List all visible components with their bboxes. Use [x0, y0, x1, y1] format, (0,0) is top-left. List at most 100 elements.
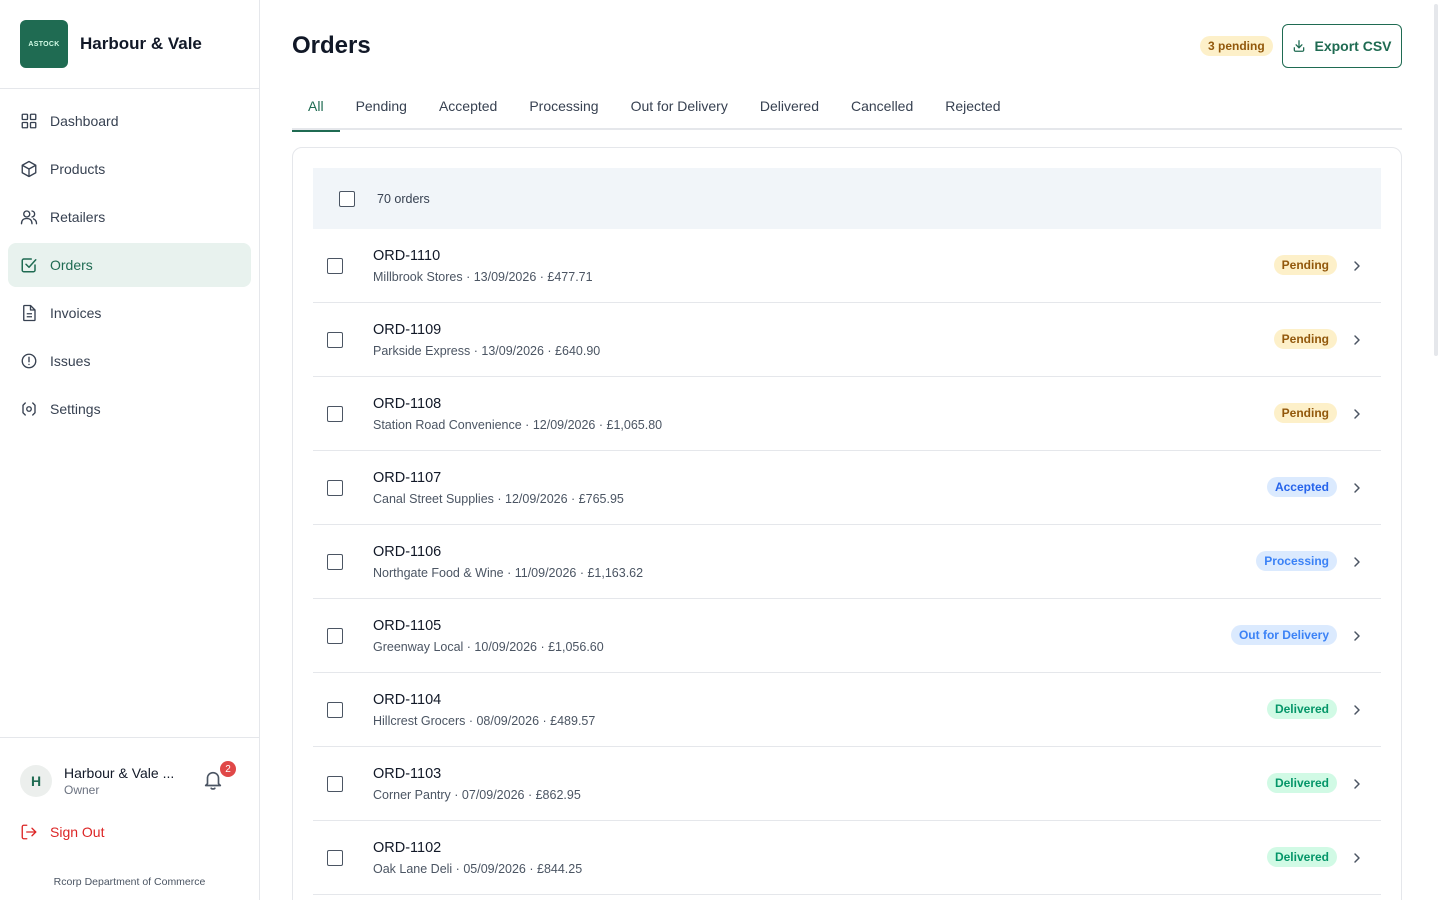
order-info: ORD-1103 Corner Pantry · 07/09/2026 · £8… — [373, 766, 581, 802]
sidebar-item-label: Invoices — [50, 305, 102, 321]
sidebar-item-label: Orders — [50, 257, 93, 273]
row-checkbox[interactable] — [327, 479, 343, 496]
chevron-right-icon — [1354, 557, 1360, 567]
brand-logo: ASTOCK — [20, 20, 68, 68]
page-scrollbar[interactable] — [1432, 0, 1440, 360]
tab-pending[interactable]: Pending — [340, 82, 423, 130]
status-badge: Pending — [1273, 255, 1337, 275]
order-row[interactable]: ORD-1102 Oak Lane Deli · 05/09/2026 · £8… — [313, 821, 1381, 895]
copyright-text: Rcorp Department of Commerce — [53, 876, 206, 888]
row-checkbox[interactable] — [327, 257, 343, 274]
box-icon — [21, 160, 37, 178]
sidebar-item-dashboard[interactable]: Dashboard — [8, 99, 251, 143]
export-csv-label: Export CSV — [1314, 38, 1392, 54]
order-info: ORD-1107 Canal Street Supplies · 12/09/2… — [373, 470, 624, 506]
check-square-icon — [21, 258, 37, 273]
sidebar-item-label: Dashboard — [50, 113, 119, 129]
select-all-checkbox[interactable] — [339, 190, 355, 207]
page-title: Orders — [292, 32, 371, 59]
sidebar-nav: Dashboard Products Retailers Orders Invo… — [0, 99, 259, 431]
brand-name: Harbour & Vale — [80, 34, 202, 53]
order-row[interactable]: ORD-1110 Millbrook Stores · 13/09/2026 ·… — [313, 229, 1381, 303]
sidebar-item-invoices[interactable]: Invoices — [8, 291, 251, 335]
tab-accepted[interactable]: Accepted — [423, 82, 513, 130]
order-id: ORD-1102 — [373, 839, 442, 856]
row-checkbox[interactable] — [327, 701, 343, 718]
chevron-right-icon — [1354, 779, 1360, 789]
export-csv-button[interactable]: Export CSV — [1282, 24, 1402, 68]
user-name: Harbour & Vale ... — [64, 765, 175, 781]
status-badge: Delivered — [1266, 773, 1337, 793]
order-info: ORD-1105 Greenway Local · 10/09/2026 · £… — [373, 618, 604, 654]
user-role: Owner — [64, 783, 100, 797]
avatar[interactable]: H — [20, 765, 52, 797]
order-id: ORD-1109 — [373, 321, 442, 338]
chevron-right-icon — [1354, 335, 1360, 345]
status-badge: Delivered — [1266, 699, 1337, 719]
order-meta: Oak Lane Deli · 05/09/2026 · £844.25 — [373, 861, 583, 876]
chevron-right-icon — [1354, 853, 1360, 863]
chevron-right-icon — [1354, 483, 1360, 493]
tab-delivered[interactable]: Delivered — [744, 82, 835, 130]
order-info: ORD-1109 Parkside Express · 13/09/2026 ·… — [373, 322, 600, 358]
orders-list-card: 70 orders ORD-1110 Millbrook Stores · 13… — [292, 147, 1402, 900]
order-id: ORD-1105 — [373, 617, 442, 634]
row-checkbox[interactable] — [327, 553, 343, 570]
chevron-right-icon — [1354, 409, 1360, 419]
sidebar-item-issues[interactable]: Issues — [8, 339, 251, 383]
chevron-right-icon — [1354, 705, 1360, 715]
row-checkbox[interactable] — [327, 849, 343, 866]
order-row[interactable]: ORD-1103 Corner Pantry · 07/09/2026 · £8… — [313, 747, 1381, 821]
sign-out-label: Sign Out — [50, 824, 105, 840]
order-info: ORD-1102 Oak Lane Deli · 05/09/2026 · £8… — [373, 840, 582, 876]
tab-all[interactable]: All — [292, 82, 340, 132]
order-info: ORD-1110 Millbrook Stores · 13/09/2026 ·… — [373, 248, 593, 284]
sign-out-button[interactable]: Sign Out — [20, 823, 104, 841]
chevron-right-icon — [1354, 261, 1360, 271]
row-checkbox[interactable] — [327, 331, 343, 348]
status-badge: Pending — [1273, 329, 1337, 349]
order-row[interactable]: ORD-1108 Station Road Convenience · 12/0… — [313, 377, 1381, 451]
order-info: ORD-1106 Northgate Food & Wine · 11/09/2… — [373, 544, 643, 580]
status-badge: Delivered — [1266, 847, 1337, 867]
user-profile: H Harbour & Vale ... Owner 2 — [0, 738, 259, 797]
order-row[interactable]: ORD-1109 Parkside Express · 13/09/2026 ·… — [313, 303, 1381, 377]
order-id: ORD-1108 — [373, 395, 442, 412]
order-meta: Station Road Convenience · 12/09/2026 · … — [373, 417, 663, 432]
row-checkbox[interactable] — [327, 775, 343, 792]
status-badge: Processing — [1256, 551, 1337, 571]
order-info: ORD-1108 Station Road Convenience · 12/0… — [373, 396, 662, 432]
sidebar-item-label: Issues — [50, 353, 91, 369]
sidebar-footer: H Harbour & Vale ... Owner 2 Sign Out Rc… — [0, 737, 259, 900]
tab-out-for-delivery[interactable]: Out for Delivery — [615, 82, 744, 130]
download-icon — [1294, 40, 1305, 52]
notification-count-badge: 2 — [220, 761, 236, 777]
user-info: Harbour & Vale ... Owner — [64, 765, 184, 797]
tab-rejected[interactable]: Rejected — [929, 82, 1016, 130]
chevron-right-icon — [1354, 631, 1360, 641]
sidebar-item-orders[interactable]: Orders — [8, 243, 251, 287]
order-meta: Hillcrest Grocers · 08/09/2026 · £489.57 — [373, 713, 596, 728]
row-checkbox[interactable] — [327, 627, 343, 644]
notifications-button[interactable]: 2 — [202, 761, 236, 793]
sidebar-item-settings[interactable]: Settings — [8, 387, 251, 431]
tab-processing[interactable]: Processing — [513, 82, 614, 130]
file-icon — [23, 304, 36, 322]
order-id: ORD-1106 — [373, 543, 442, 560]
status-tabs: All Pending Accepted Processing Out for … — [292, 82, 1402, 132]
status-badge: Pending — [1273, 403, 1337, 423]
order-meta: Northgate Food & Wine · 11/09/2026 · £1,… — [373, 565, 644, 580]
order-row[interactable]: ORD-1106 Northgate Food & Wine · 11/09/2… — [313, 525, 1381, 599]
status-badge: Accepted — [1266, 477, 1337, 497]
sidebar-item-retailers[interactable]: Retailers — [8, 195, 251, 239]
order-row[interactable]: ORD-1104 Hillcrest Grocers · 08/09/2026 … — [313, 673, 1381, 747]
scrollbar-thumb[interactable] — [1434, 4, 1438, 356]
order-row[interactable]: ORD-1105 Greenway Local · 10/09/2026 · £… — [313, 599, 1381, 673]
tab-cancelled[interactable]: Cancelled — [835, 82, 929, 130]
brand: ASTOCK Harbour & Vale — [0, 0, 259, 89]
sidebar-item-products[interactable]: Products — [8, 147, 251, 191]
row-checkbox[interactable] — [327, 405, 343, 422]
grid-icon — [21, 113, 37, 129]
order-row[interactable]: ORD-1107 Canal Street Supplies · 12/09/2… — [313, 451, 1381, 525]
sign-out-icon — [21, 824, 37, 840]
